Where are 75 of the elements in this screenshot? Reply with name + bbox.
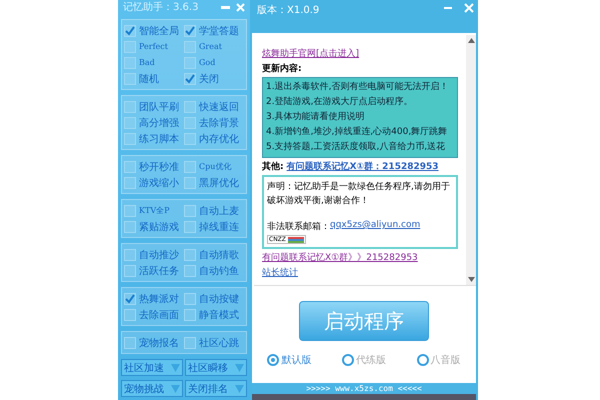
notice-text: 声明：记忆助手是一款绿色任务程序,请勿用于破坏游戏平衡,谢谢合作！ xyxy=(267,180,451,208)
option-checkbox[interactable]: 高分增强 xyxy=(124,115,184,130)
option-checkbox[interactable]: 自动推沙 xyxy=(124,247,184,262)
option-checkbox[interactable]: 紧贴游戏 xyxy=(124,219,184,234)
option-checkbox[interactable]: God xyxy=(184,55,244,70)
minimize-icon[interactable] xyxy=(444,7,452,9)
checkbox[interactable] xyxy=(124,24,136,36)
group-link[interactable]: 有问题联系记忆X①群》》215282953 xyxy=(262,251,418,264)
option-checkbox[interactable]: Great xyxy=(184,39,244,54)
option-checkbox[interactable]: 宠物报名 xyxy=(124,335,184,350)
caret-icon xyxy=(171,364,180,372)
edition-radio[interactable]: 八音版 xyxy=(416,353,461,367)
option-checkbox[interactable]: 活跃任务 xyxy=(124,263,184,278)
site-link[interactable]: 炫舞助手官网[点击进入] xyxy=(262,47,360,60)
update-note: 2.登陆游戏,在游戏大厅点启动程序。 xyxy=(266,96,414,109)
close-icon[interactable] xyxy=(236,2,245,12)
footer-banner: >>>>> www.x5zs.com <<<<< xyxy=(252,383,476,394)
option-checkbox[interactable]: 自动按键 xyxy=(184,291,244,306)
option-checkbox[interactable]: 游戏缩小 xyxy=(124,175,184,190)
edition-radio[interactable]: 代练版 xyxy=(342,353,386,367)
update-note: 4.新增钓鱼,堆沙,掉线重连,心动400,舞厅跳舞 xyxy=(266,126,448,139)
caret-icon xyxy=(235,364,244,372)
stats-link[interactable]: 站长统计 xyxy=(262,266,298,279)
radio-button[interactable] xyxy=(267,354,280,366)
dropdown[interactable]: 社区瞬移 xyxy=(185,359,247,376)
dropdown[interactable]: 关闭排名 xyxy=(185,380,247,397)
option-checkbox[interactable]: 内存优化 xyxy=(184,131,244,146)
other-label: 其他: xyxy=(262,160,284,173)
close-icon[interactable] xyxy=(464,3,474,13)
section-heading: 更新内容: xyxy=(262,62,302,75)
option-checkbox[interactable]: 自动上麦 xyxy=(184,203,244,218)
window-title: 记忆助手：3.6.3 xyxy=(123,0,198,14)
option-checkbox[interactable]: 学堂答题 xyxy=(184,23,244,38)
option-checkbox[interactable]: 热舞派对 xyxy=(124,291,184,306)
option-checkbox[interactable]: 去除画面 xyxy=(124,307,184,322)
radio-button[interactable] xyxy=(416,354,429,366)
window-title: 版本：X1.0.9 xyxy=(257,4,320,17)
update-note: 1.退出杀毒软件,否则有些电脑可能无法开启！ xyxy=(266,80,450,94)
radio-button[interactable] xyxy=(342,354,354,366)
checkbox[interactable] xyxy=(124,292,136,304)
dropdown[interactable]: 宠物挑战 xyxy=(121,380,183,397)
option-checkbox[interactable]: 黑屏优化 xyxy=(184,175,244,190)
option-checkbox[interactable]: 练习脚本 xyxy=(124,131,184,146)
option-checkbox[interactable]: Perfect xyxy=(124,39,184,54)
scrollbar[interactable] xyxy=(466,35,476,285)
email-link[interactable]: qqx5zs@aliyun.com xyxy=(330,220,420,233)
option-checkbox[interactable]: 社区心跳 xyxy=(184,335,244,350)
dropdown[interactable]: 社区加速 xyxy=(121,359,183,376)
scroll-up-icon[interactable] xyxy=(468,38,474,43)
option-checkbox[interactable]: 去除背景 xyxy=(184,115,244,130)
caret-icon xyxy=(171,384,180,392)
option-checkbox[interactable]: 掉线重连 xyxy=(184,219,244,234)
caret-icon xyxy=(235,384,244,392)
checkbox[interactable] xyxy=(184,24,196,36)
start-button[interactable]: 启动程序 xyxy=(299,301,429,341)
minimize-icon[interactable] xyxy=(221,6,230,8)
scroll-down-icon[interactable] xyxy=(468,277,474,282)
option-checkbox[interactable]: 关闭 xyxy=(184,71,244,86)
option-checkbox[interactable]: 快速返回 xyxy=(184,99,244,114)
option-checkbox[interactable]: Bad xyxy=(124,55,184,70)
option-checkbox[interactable]: 智能全局 xyxy=(124,23,184,38)
option-checkbox[interactable]: 随机 xyxy=(124,71,184,86)
group-link[interactable]: 有问题联系记忆X①群：215282953 xyxy=(286,160,439,173)
option-checkbox[interactable]: 自动猜歌 xyxy=(184,247,244,262)
edition-radio[interactable]: 默认版 xyxy=(267,353,312,367)
checkbox[interactable] xyxy=(184,72,196,84)
option-checkbox[interactable]: 秒开秒准 xyxy=(124,159,184,174)
update-note: 3.具体功能请看使用说明 xyxy=(266,110,366,124)
email-label: 非法联系邮箱： xyxy=(267,220,330,233)
option-checkbox[interactable]: 静音模式 xyxy=(184,307,244,322)
option-checkbox[interactable]: KTV全P xyxy=(124,203,184,218)
update-note: 5.支持答题,工资活跃度领取,八音给力币,送花 xyxy=(266,140,446,154)
option-checkbox[interactable]: Cpu优化 xyxy=(184,159,244,174)
option-checkbox[interactable]: 自动钓鱼 xyxy=(184,263,244,278)
option-checkbox[interactable]: 团队平刷 xyxy=(124,99,184,114)
